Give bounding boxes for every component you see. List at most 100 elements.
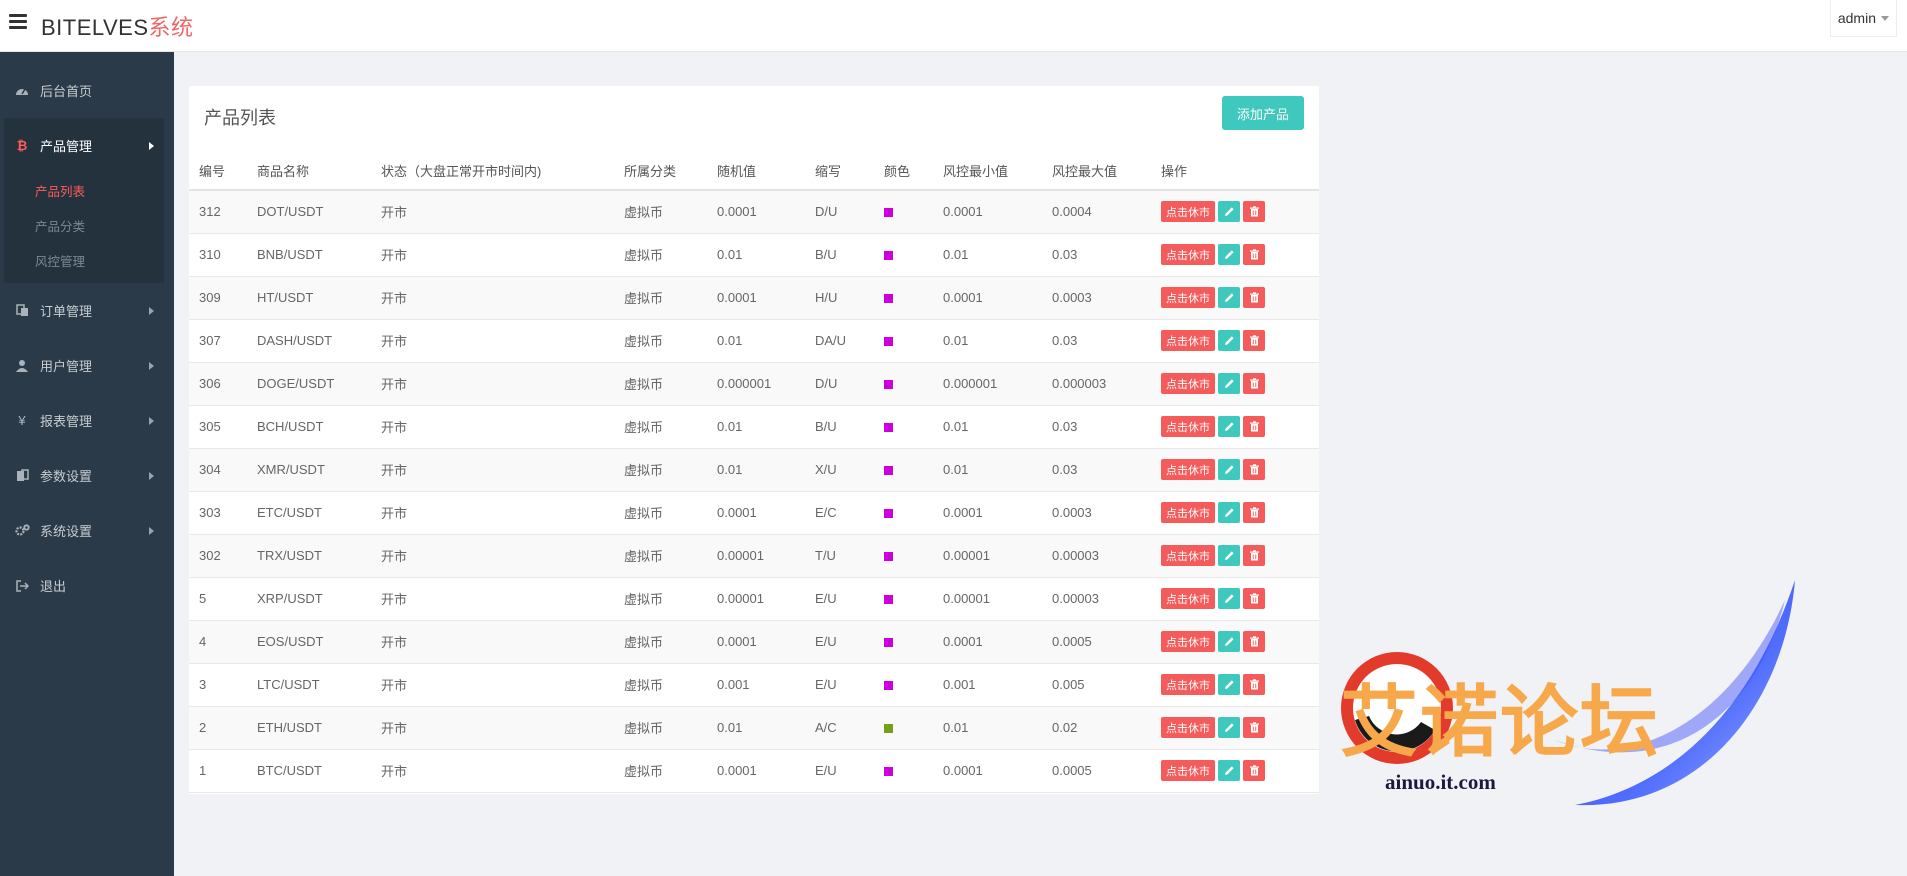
delete-button[interactable] — [1243, 631, 1265, 652]
cell-name: DASH/USDT — [247, 319, 371, 363]
cell-abbr: D/U — [805, 190, 874, 234]
sidebar-item-system[interactable]: 系统设置 — [0, 503, 174, 558]
delete-button[interactable] — [1243, 674, 1265, 695]
pencil-icon — [1224, 292, 1235, 303]
edit-button[interactable] — [1218, 760, 1240, 781]
close-market-button[interactable]: 点击休市 — [1161, 588, 1215, 609]
color-swatch — [884, 509, 893, 519]
sidebar-item-orders[interactable]: 订单管理 — [0, 283, 174, 338]
sidebar-item-logout[interactable]: 退出 — [0, 558, 174, 613]
cell-random: 0.01 — [707, 405, 805, 449]
cell-name: ETC/USDT — [247, 491, 371, 535]
submenu-product-list[interactable]: 产品列表 — [4, 173, 164, 208]
row-actions: 点击休市 — [1161, 760, 1319, 781]
column-header: 风控最大值 — [1042, 152, 1151, 191]
close-market-button[interactable]: 点击休市 — [1161, 459, 1215, 480]
close-market-button[interactable]: 点击休市 — [1161, 201, 1215, 223]
delete-button[interactable] — [1243, 760, 1265, 781]
delete-button[interactable] — [1243, 588, 1265, 609]
cell-color — [874, 577, 933, 621]
edit-button[interactable] — [1218, 588, 1240, 609]
cell-actions: 点击休市 — [1151, 405, 1319, 449]
delete-button[interactable] — [1243, 717, 1265, 738]
cell-risk-max: 0.0004 — [1042, 190, 1151, 234]
edit-button[interactable] — [1218, 674, 1240, 695]
delete-button[interactable] — [1243, 330, 1265, 351]
user-icon — [14, 359, 30, 373]
row-actions: 点击休市 — [1161, 631, 1319, 652]
edit-button[interactable] — [1218, 502, 1240, 523]
color-swatch — [884, 681, 893, 691]
column-header: 随机值 — [707, 152, 805, 191]
cell-id: 5 — [189, 577, 247, 621]
trash-icon — [1249, 206, 1260, 217]
close-market-button[interactable]: 点击休市 — [1161, 760, 1215, 781]
cell-risk-min: 0.0001 — [933, 749, 1042, 793]
close-market-button[interactable]: 点击休市 — [1161, 373, 1215, 394]
sidebar-item-products[interactable]: ₿ 产品管理 — [4, 118, 164, 173]
sidebar-item-users[interactable]: 用户管理 — [0, 338, 174, 393]
close-market-button[interactable]: 点击休市 — [1161, 244, 1215, 265]
edit-button[interactable] — [1218, 717, 1240, 738]
delete-button[interactable] — [1243, 201, 1265, 223]
close-market-button[interactable]: 点击休市 — [1161, 717, 1215, 738]
cell-abbr: E/U — [805, 620, 874, 664]
cell-random: 0.000001 — [707, 362, 805, 406]
edit-button[interactable] — [1218, 330, 1240, 351]
menu-toggle-icon[interactable] — [9, 14, 27, 30]
close-market-button[interactable]: 点击休市 — [1161, 502, 1215, 523]
edit-button[interactable] — [1218, 631, 1240, 652]
color-swatch — [884, 380, 893, 390]
edit-button[interactable] — [1218, 459, 1240, 480]
table-row: 1 BTC/USDT 开市 虚拟币 0.0001 E/U 0.0001 0.0005 点击休市 — [189, 749, 1319, 793]
close-market-button[interactable]: 点击休市 — [1161, 287, 1215, 308]
row-actions: 点击休市 — [1161, 502, 1319, 523]
cell-category: 虚拟币 — [614, 663, 707, 707]
cell-name: XMR/USDT — [247, 448, 371, 492]
cell-category: 虚拟币 — [614, 319, 707, 363]
edit-button[interactable] — [1218, 287, 1240, 308]
edit-button[interactable] — [1218, 244, 1240, 265]
pencil-icon — [1224, 206, 1235, 217]
edit-button[interactable] — [1218, 545, 1240, 566]
cell-id: 306 — [189, 362, 247, 406]
delete-button[interactable] — [1243, 459, 1265, 480]
sidebar-item-params[interactable]: 参数设置 — [0, 448, 174, 503]
user-dropdown[interactable]: admin — [1829, 0, 1897, 37]
delete-button[interactable] — [1243, 502, 1265, 523]
cell-color — [874, 706, 933, 750]
add-product-button[interactable]: 添加产品 — [1222, 96, 1304, 130]
delete-button[interactable] — [1243, 373, 1265, 394]
trash-icon — [1249, 249, 1260, 260]
delete-button[interactable] — [1243, 545, 1265, 566]
delete-button[interactable] — [1243, 416, 1265, 437]
edit-button[interactable] — [1218, 373, 1240, 394]
sidebar-item-reports[interactable]: ¥ 报表管理 — [0, 393, 174, 448]
submenu-product-category[interactable]: 产品分类 — [4, 208, 164, 243]
close-market-button[interactable]: 点击休市 — [1161, 416, 1215, 437]
delete-button[interactable] — [1243, 244, 1265, 265]
cell-actions: 点击休市 — [1151, 233, 1319, 277]
chevron-right-icon — [149, 142, 154, 150]
table-row: 3 LTC/USDT 开市 虚拟币 0.001 E/U 0.001 0.005 点击休市 — [189, 663, 1319, 707]
close-market-button[interactable]: 点击休市 — [1161, 674, 1215, 695]
table-row: 4 EOS/USDT 开市 虚拟币 0.0001 E/U 0.0001 0.0005 点击休市 — [189, 620, 1319, 664]
cell-id: 2 — [189, 706, 247, 750]
table-row: 305 BCH/USDT 开市 虚拟币 0.01 B/U 0.01 0.03 点击休市 — [189, 405, 1319, 449]
close-market-button[interactable]: 点击休市 — [1161, 330, 1215, 351]
submenu-risk-control[interactable]: 风控管理 — [4, 243, 164, 278]
cell-category: 虚拟币 — [614, 276, 707, 320]
color-swatch — [884, 767, 893, 777]
close-market-button[interactable]: 点击休市 — [1161, 545, 1215, 566]
edit-button[interactable] — [1218, 201, 1240, 223]
edit-button[interactable] — [1218, 416, 1240, 437]
bitcoin-icon: ₿ — [16, 138, 28, 153]
delete-button[interactable] — [1243, 287, 1265, 308]
color-swatch — [884, 423, 893, 433]
cell-actions: 点击休市 — [1151, 534, 1319, 578]
cell-abbr: E/U — [805, 749, 874, 793]
chevron-right-icon — [149, 307, 154, 315]
cell-random: 0.0001 — [707, 749, 805, 793]
sidebar-item-dashboard[interactable]: 后台首页 — [0, 63, 174, 118]
close-market-button[interactable]: 点击休市 — [1161, 631, 1215, 652]
